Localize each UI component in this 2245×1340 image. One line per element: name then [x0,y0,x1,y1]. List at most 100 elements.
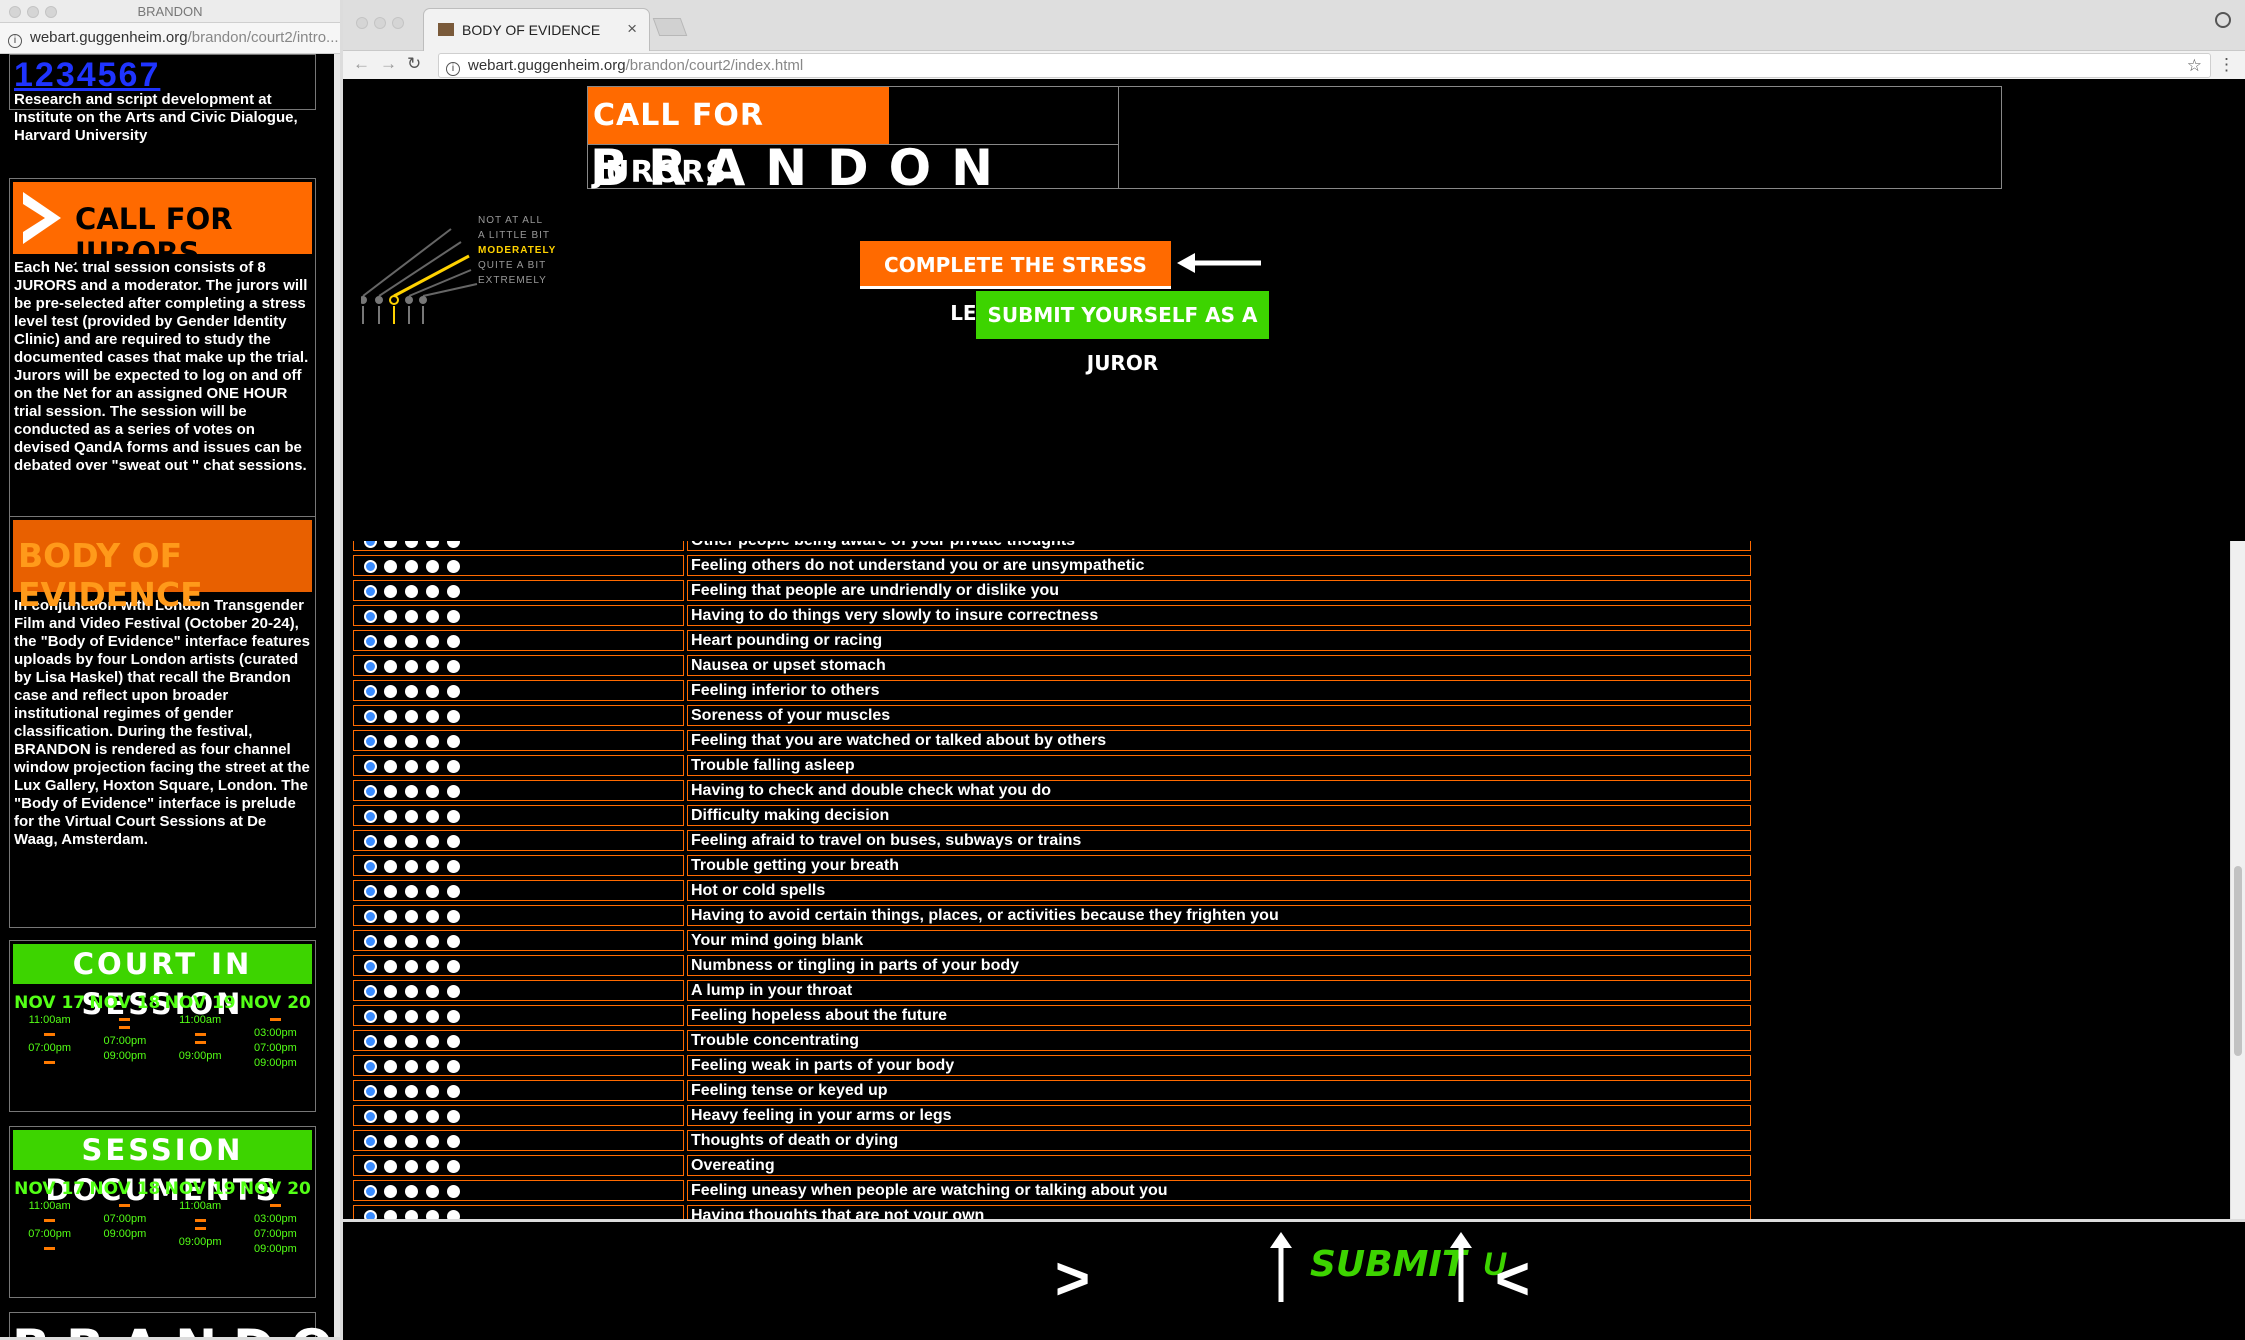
radio-button[interactable] [426,760,439,773]
radio-button[interactable] [426,960,439,973]
radio-button[interactable] [384,710,397,723]
submit-juror-button[interactable]: SUBMIT YOURSELF AS A JUROR [976,291,1269,375]
radio-button-selected[interactable] [364,560,377,573]
radio-button[interactable] [405,985,418,998]
radio-button[interactable] [447,835,460,848]
radio-button[interactable] [447,1085,460,1098]
radio-button[interactable] [426,1060,439,1073]
radio-button[interactable] [426,1010,439,1023]
radio-button[interactable] [384,860,397,873]
back-icon[interactable]: ← [353,54,370,74]
radio-button[interactable] [426,710,439,723]
radio-button[interactable] [426,860,439,873]
radio-button-selected[interactable] [364,635,377,648]
radio-button[interactable] [405,960,418,973]
radio-button-selected[interactable] [364,885,377,898]
radio-button[interactable] [405,585,418,598]
radio-button[interactable] [447,685,460,698]
profile-icon[interactable] [2215,12,2231,28]
radio-button[interactable] [447,610,460,623]
radio-button[interactable] [447,960,460,973]
radio-button[interactable] [405,1185,418,1198]
radio-button[interactable] [405,760,418,773]
brandon-heading[interactable]: BRANDON [590,143,1013,193]
radio-button-selected[interactable] [364,785,377,798]
radio-button[interactable] [405,685,418,698]
radio-button[interactable] [426,1035,439,1048]
radio-button[interactable] [384,785,397,798]
radio-button[interactable] [447,1060,460,1073]
radio-button[interactable] [384,560,397,573]
radio-button[interactable] [384,610,397,623]
radio-button[interactable] [405,910,418,923]
radio-button[interactable] [426,1185,439,1198]
close-tab-icon[interactable]: × [627,19,637,39]
radio-button[interactable] [405,1035,418,1048]
radio-button[interactable] [384,735,397,748]
radio-button-selected[interactable] [364,1010,377,1023]
radio-button[interactable] [384,835,397,848]
tab-body-of-evidence[interactable]: BODY OF EVIDENCE × [423,8,650,51]
radio-button-selected[interactable] [364,585,377,598]
new-tab-button[interactable] [652,18,688,36]
radio-button[interactable] [447,810,460,823]
radio-button[interactable] [426,735,439,748]
schedule-date[interactable]: NOV 19 [165,993,236,1013]
radio-button[interactable] [405,610,418,623]
radio-button[interactable] [405,810,418,823]
page-scrollbar[interactable] [2230,541,2245,1221]
radio-button[interactable] [447,541,460,548]
radio-button-selected[interactable] [364,1185,377,1198]
radio-button[interactable] [384,660,397,673]
radio-button-selected[interactable] [364,660,377,673]
radio-button-selected[interactable] [364,1085,377,1098]
radio-button[interactable] [426,560,439,573]
radio-button[interactable] [384,935,397,948]
radio-button[interactable] [426,1160,439,1173]
radio-button[interactable] [447,935,460,948]
radio-button-selected[interactable] [364,541,377,548]
radio-button[interactable] [384,1135,397,1148]
radio-button[interactable] [384,635,397,648]
radio-button[interactable] [384,1010,397,1023]
call-for-jurors-heading[interactable]: CALL FOR JURORS [588,87,889,190]
radio-button[interactable] [384,985,397,998]
radio-button[interactable] [405,1135,418,1148]
radio-button[interactable] [447,985,460,998]
radio-button-selected[interactable] [364,1135,377,1148]
radio-button[interactable] [405,885,418,898]
radio-button[interactable] [447,560,460,573]
radio-button[interactable] [384,541,397,548]
radio-button[interactable] [384,1035,397,1048]
radio-button[interactable] [384,760,397,773]
session-documents-banner[interactable]: SESSION DOCUMENTS [13,1130,312,1207]
radio-button[interactable] [447,885,460,898]
info-icon[interactable]: i [446,62,460,76]
radio-button[interactable] [447,660,460,673]
radio-button[interactable] [384,1110,397,1123]
radio-button[interactable] [384,1060,397,1073]
radio-button[interactable] [426,1135,439,1148]
radio-button[interactable] [426,910,439,923]
schedule-date[interactable]: NOV 20 [240,993,311,1013]
schedule-date[interactable]: NOV 19 [165,1179,236,1199]
address-bar[interactable]: i webart.guggenheim.org/brandon/court2/in… [438,53,2211,78]
radio-button[interactable] [384,585,397,598]
radio-button[interactable] [384,910,397,923]
bookmark-star-icon[interactable]: ☆ [2187,54,2202,77]
schedule-date[interactable]: NOV 20 [240,1179,311,1199]
radio-button-selected[interactable] [364,735,377,748]
radio-button[interactable] [426,785,439,798]
radio-button[interactable] [405,835,418,848]
court-in-session-banner[interactable]: COURT IN SESSION [13,944,312,1021]
radio-button[interactable] [447,1135,460,1148]
stress-test-button[interactable]: COMPLETE THE STRESS LEVEL TEST [860,241,1171,325]
radio-button-selected[interactable] [364,710,377,723]
radio-button[interactable] [405,660,418,673]
radio-button[interactable] [447,785,460,798]
radio-button[interactable] [405,1160,418,1173]
radio-button[interactable] [447,735,460,748]
radio-button-selected[interactable] [364,810,377,823]
info-icon[interactable]: i [8,34,22,48]
radio-button-selected[interactable] [364,935,377,948]
